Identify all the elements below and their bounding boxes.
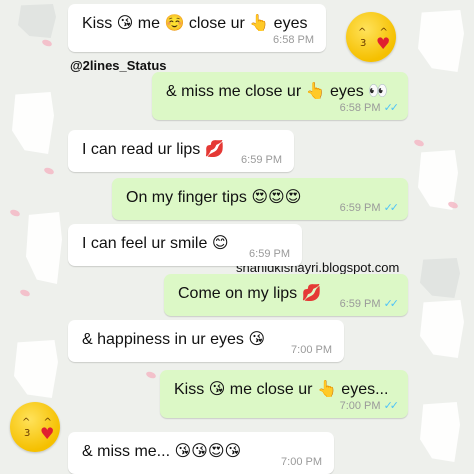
wallpaper-doodle (26, 212, 62, 284)
read-ticks-icon: ✓✓ (383, 400, 400, 412)
wallpaper-doodle (14, 340, 58, 398)
petal-decoration (41, 37, 53, 49)
wallpaper-doodle (420, 300, 464, 358)
message-time: 6:58 PM (273, 34, 314, 46)
read-ticks-icon: ✓✓ (383, 298, 400, 310)
message-bubble-outgoing[interactable]: Come on my lips 💋 6:59 PM ✓✓ (164, 274, 408, 316)
wallpaper-doodle (420, 258, 460, 298)
message-time: 7:00 PM (339, 400, 381, 412)
message-bubble-incoming[interactable]: & miss me... 😘😘😍😘 7:00 PM (68, 432, 334, 474)
message-text: I can feel ur smile 😊 (82, 235, 229, 252)
wallpaper-doodle (18, 4, 56, 38)
message-text: I can read ur lips 💋 (82, 141, 225, 158)
message-text: & miss me close ur 👆 eyes 👀 (166, 83, 389, 100)
petal-decoration (145, 369, 157, 381)
message-bubble-incoming[interactable]: Kiss 😘 me ☺️ close ur 👆 eyes 6:58 PM (68, 4, 326, 52)
read-ticks-icon: ✓✓ (383, 102, 400, 114)
message-text: & miss me... 😘😘😍😘 (82, 443, 242, 460)
message-bubble-incoming[interactable]: & happiness in ur eyes 😘 7:00 PM (68, 320, 344, 362)
kiss-emoji-sticker: ^ ^ 3 ♥ (10, 402, 60, 452)
wallpaper-doodle (420, 402, 460, 462)
message-text: & happiness in ur eyes 😘 (82, 331, 265, 348)
petal-decoration (413, 137, 425, 149)
message-bubble-outgoing[interactable]: On my finger tips 😍😍😍 6:59 PM ✓✓ (112, 178, 408, 220)
message-time: 6:59 PM (249, 248, 290, 260)
wallpaper-doodle (418, 10, 464, 72)
message-time: 6:59 PM (241, 154, 282, 166)
petal-decoration (19, 287, 31, 299)
message-bubble-outgoing[interactable]: & miss me close ur 👆 eyes 👀 6:58 PM ✓✓ (152, 72, 408, 120)
kiss-emoji-sticker: ^ ^ 3 ♥ (346, 12, 396, 62)
petal-decoration (9, 207, 21, 219)
message-text: Kiss 😘 me close ur 👆 eyes... (174, 381, 389, 398)
wallpaper-doodle (12, 92, 54, 154)
read-ticks-icon: ✓✓ (383, 202, 400, 214)
message-text: On my finger tips 😍😍😍 (126, 189, 302, 206)
message-text: Come on my lips 💋 (178, 285, 322, 302)
message-time: 6:59 PM (339, 298, 381, 310)
message-time: 6:58 PM (339, 102, 381, 114)
message-time: 7:00 PM (291, 344, 332, 356)
message-bubble-outgoing[interactable]: Kiss 😘 me close ur 👆 eyes... 7:00 PM ✓✓ (160, 370, 408, 418)
message-time: 7:00 PM (281, 456, 322, 468)
message-bubble-incoming[interactable]: I can read ur lips 💋 6:59 PM (68, 130, 294, 172)
watermark-handle: @2lines_Status (70, 58, 167, 73)
message-text: Kiss 😘 me ☺️ close ur 👆 eyes (82, 15, 308, 32)
message-time: 6:59 PM (339, 202, 381, 214)
petal-decoration (43, 165, 55, 177)
message-bubble-incoming[interactable]: I can feel ur smile 😊 6:59 PM (68, 224, 302, 266)
